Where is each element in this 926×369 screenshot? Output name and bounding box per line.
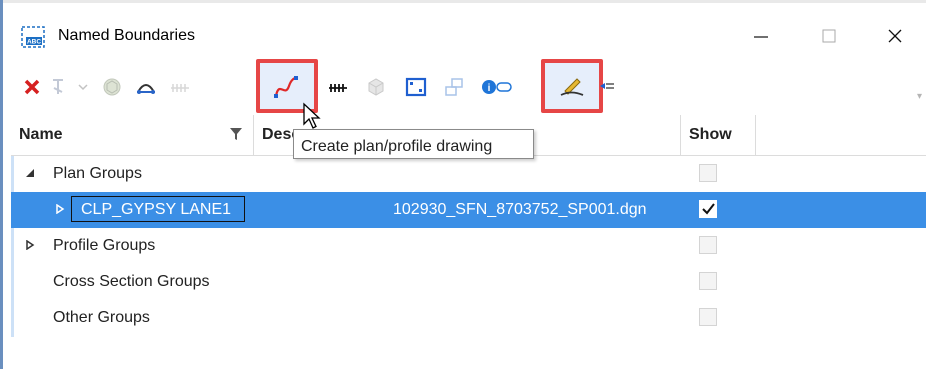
toolbar: i ▾ [3,59,926,115]
show-checkbox[interactable] [699,272,717,290]
window-title: Named Boundaries [58,27,195,44]
list-arrow-icon [600,83,614,89]
show-checkbox-checked[interactable] [699,200,717,218]
show-checkbox[interactable] [699,236,717,254]
civil-plan-button[interactable] [131,70,161,104]
civil-tools-dropdown-button[interactable] [49,70,91,104]
red-curve-icon [274,76,298,98]
tree-row-profile-groups[interactable]: Profile Groups [11,228,926,264]
pencil-line-icon [560,78,584,96]
minimize-button[interactable] [743,20,779,52]
show-checkbox[interactable] [699,308,717,326]
toolbar-overflow-icon[interactable]: ▾ [917,91,922,102]
column-header-name[interactable]: Name [11,115,254,155]
maximize-button[interactable] [811,20,847,52]
row-label: Cross Section Groups [53,273,210,290]
tree-row-other-groups[interactable]: Other Groups [11,300,926,336]
row-label: Profile Groups [53,237,156,254]
row-label: Other Groups [53,309,150,326]
show-checkbox[interactable] [699,164,717,182]
draw-boundary-button[interactable] [557,70,587,104]
mouse-pointer-icon [303,102,321,129]
tooltip: Create plan/profile drawing [293,129,534,159]
named-boundaries-window: ABC Named Boundaries i ▾ Name Desc Show … [0,0,926,369]
tree-row-plan-groups[interactable]: Plan Groups [11,156,926,192]
maximize-icon [822,29,836,43]
expanded-arrow-icon[interactable] [25,168,35,178]
close-icon [888,29,902,43]
profile-grid-button[interactable] [165,70,195,104]
close-button[interactable] [877,20,913,52]
dark-grid-icon [329,84,347,92]
filter-icon[interactable] [229,127,243,141]
checkmark-icon [702,203,715,215]
3d-box-icon [368,78,384,96]
group-boundaries-button[interactable] [439,70,469,104]
svg-text:i: i [488,83,491,94]
create-plan-profile-drawing-button[interactable] [271,70,301,104]
column-header-name-label: Name [19,126,63,143]
boundary-3d-button[interactable] [97,70,127,104]
properties-toggle-button[interactable]: i [479,70,517,104]
more-options-button[interactable] [595,70,619,104]
app-icon-label: ABC [27,39,41,46]
row-description: 102930_SFN_8703752_SP001.dgn [393,201,647,218]
red-x-icon [24,79,40,95]
tree-row-cross-section-groups[interactable]: Cross Section Groups [11,264,926,300]
boxes-icon [445,78,463,96]
title-bar[interactable]: ABC Named Boundaries [3,3,926,59]
collapsed-arrow-icon[interactable] [25,240,35,250]
grid-icon [171,84,189,92]
blue-frame-icon [405,77,427,97]
minimize-icon [754,36,768,38]
tree-row-selected[interactable]: CLP_GYPSY LANE1 102930_SFN_8703752_SP001… [11,192,926,228]
3d-model-button[interactable] [361,70,391,104]
cross-section-button[interactable] [323,70,353,104]
column-header-show-label: Show [689,126,732,143]
info-toggle-icon: i [482,80,512,94]
delete-button[interactable] [17,70,47,104]
drawing-boundary-button[interactable] [401,70,431,104]
civil-tools-icon [53,79,88,94]
row-label: Plan Groups [53,165,142,182]
column-header-show[interactable]: Show [681,115,756,155]
row-label: CLP_GYPSY LANE1 [81,201,232,218]
named-boundaries-app-icon: ABC [21,26,45,48]
arch-icon [137,84,155,94]
cube-globe-icon [103,78,121,96]
collapsed-arrow-icon[interactable] [55,204,65,214]
